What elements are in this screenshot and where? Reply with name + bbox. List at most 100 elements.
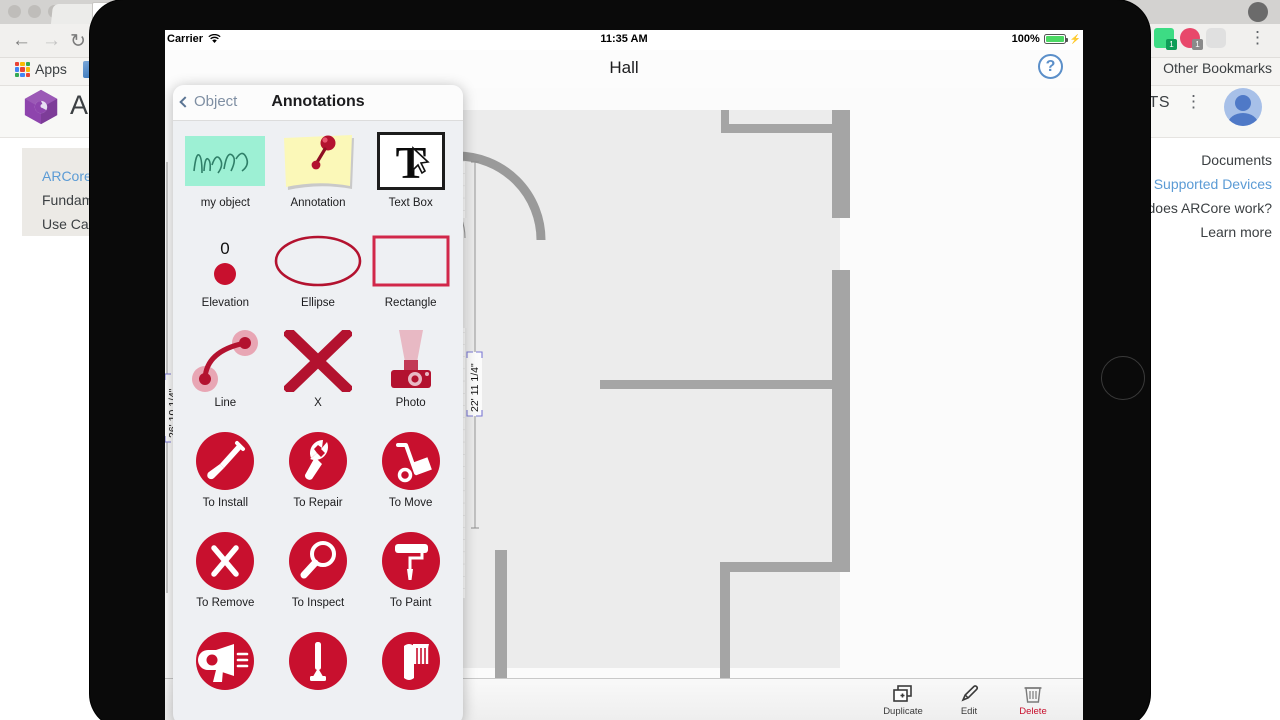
ipad-home-button[interactable] xyxy=(1101,356,1145,400)
annotation-item-to-remove[interactable]: To Remove xyxy=(179,525,272,625)
elevation-dot-icon: 0 xyxy=(195,225,255,297)
x-circle-icon xyxy=(196,525,255,597)
annotation-item-text-box[interactable]: T Text Box xyxy=(364,125,457,225)
annotation-item-to-paint[interactable]: To Paint xyxy=(364,525,457,625)
annotation-item-brush[interactable] xyxy=(364,625,457,720)
wrench-icon xyxy=(288,425,347,497)
annotation-label-elevation: Elevation xyxy=(201,297,249,309)
ghost-building xyxy=(430,110,850,678)
handwriting-sketch-icon xyxy=(184,125,266,197)
annotation-label-rectangle: Rectangle xyxy=(384,297,437,309)
annotation-label-to-install: To Install xyxy=(202,497,249,509)
annotation-item-annotation[interactable]: Annotation xyxy=(272,125,365,225)
site-menu-kebab-icon[interactable]: ⋮ xyxy=(1185,92,1202,112)
extension-badge-green: 1 xyxy=(1166,39,1177,50)
page-title: Hall xyxy=(609,58,639,77)
trash-icon xyxy=(997,683,1069,705)
hair-dryer-icon xyxy=(196,625,255,697)
annotations-popover[interactable]: Object Annotations my object Annotation … xyxy=(173,85,463,720)
annotation-item-my-object[interactable]: my object xyxy=(179,125,272,225)
extension-icon-red[interactable]: 1 xyxy=(1180,28,1203,50)
delete-label: Delete xyxy=(1019,706,1047,717)
extension-icon-green[interactable]: 1 xyxy=(1154,28,1177,50)
magnifier-icon xyxy=(288,525,347,597)
annotation-label-to-remove: To Remove xyxy=(196,597,255,609)
extension-badge-red: 1 xyxy=(1192,39,1203,50)
camera-flash-icon xyxy=(383,325,439,397)
annotation-label-to-inspect: To Inspect xyxy=(291,597,345,609)
right-link-3[interactable]: Learn more xyxy=(1200,224,1272,240)
user-avatar[interactable] xyxy=(1224,88,1262,126)
battery-percent-label: 100% xyxy=(1011,33,1040,45)
hand-truck-icon xyxy=(381,425,440,497)
annotation-label-annotation: Annotation xyxy=(290,197,346,209)
apps-bookmark-label[interactable]: Apps xyxy=(35,61,67,77)
sticky-note-pin-icon xyxy=(278,125,358,197)
help-button[interactable]: ? xyxy=(1038,54,1063,79)
brush-icon xyxy=(381,625,440,697)
svg-text:22' 11 1/4": 22' 11 1/4" xyxy=(469,363,481,412)
ios-status-bar: Carrier 11:35 AM 100% ⚡ xyxy=(165,30,1083,50)
annotation-label-photo: Photo xyxy=(395,397,426,409)
right-link-0[interactable]: Documents xyxy=(1201,152,1272,168)
apps-grid-icon[interactable] xyxy=(15,62,30,77)
extension-icon-gray[interactable] xyxy=(1206,28,1226,48)
edit-label: Edit xyxy=(960,706,978,717)
annotation-item-to-repair[interactable]: To Repair xyxy=(272,425,365,525)
annotation-item-ellipse[interactable]: Ellipse xyxy=(272,225,365,325)
popover-header: Object Annotations xyxy=(173,85,463,121)
edit-button[interactable]: Edit xyxy=(933,683,1005,717)
ellipse-icon xyxy=(273,225,363,297)
status-right: 100% ⚡ xyxy=(1012,33,1081,45)
arcore-logo-icon xyxy=(24,89,58,125)
annotation-label-to-paint: To Paint xyxy=(389,597,432,609)
app-nav-bar: Hall xyxy=(165,50,1083,88)
duplicate-icon xyxy=(867,683,939,705)
charging-bolt-icon: ⚡ xyxy=(1069,33,1081,44)
ipad-device-frame: Carrier 11:35 AM 100% ⚡ Hall ? 22' 11 1/… xyxy=(90,0,1150,720)
line-icon xyxy=(189,325,261,397)
browser-forward-button[interactable]: → xyxy=(42,30,61,52)
battery-icon xyxy=(1043,34,1068,44)
close-window-dot[interactable] xyxy=(8,5,21,18)
browser-profile-avatar-top[interactable] xyxy=(1248,2,1268,22)
annotation-label-ellipse: Ellipse xyxy=(301,297,335,309)
annotation-label-to-move: To Move xyxy=(388,497,433,509)
other-bookmarks-label[interactable]: Other Bookmarks xyxy=(1163,58,1272,79)
rectangle-icon xyxy=(372,225,450,297)
browser-reload-button[interactable]: ↻ xyxy=(70,30,86,53)
duplicate-button[interactable]: Duplicate xyxy=(867,683,939,717)
annotation-item-elevation[interactable]: 0 Elevation xyxy=(179,225,272,325)
trowel-icon xyxy=(288,625,347,697)
popover-title: Annotations xyxy=(271,93,365,110)
annotation-item-to-inspect[interactable]: To Inspect xyxy=(272,525,365,625)
annotation-item-trowel[interactable] xyxy=(272,625,365,720)
annotations-grid: my object Annotation T Text Box 0 Elevat… xyxy=(173,121,463,720)
annotation-item-line[interactable]: Line xyxy=(179,325,272,425)
annotation-item-x[interactable]: X xyxy=(272,325,365,425)
annotation-item-to-move[interactable]: To Move xyxy=(364,425,457,525)
annotation-label-my-object: my object xyxy=(200,197,250,209)
paint-roller-icon xyxy=(381,525,440,597)
annotation-label-line: Line xyxy=(214,397,237,409)
pencil-icon xyxy=(933,683,1005,705)
screwdriver-icon xyxy=(196,425,255,497)
minimize-window-dot[interactable] xyxy=(28,5,41,18)
status-time: 11:35 AM xyxy=(600,33,648,45)
screenshot-root: ← → ↻ 1 1 ⋮ Apps Other Bookmarks ⋮ ARCor… xyxy=(0,0,1280,720)
x-mark-icon xyxy=(283,325,352,397)
right-link-1[interactable]: Supported Devices xyxy=(1154,176,1272,192)
dim-right-outer: 22' 11 1/4" xyxy=(466,351,483,417)
annotation-label-to-repair: To Repair xyxy=(293,497,343,509)
svg-text:0: 0 xyxy=(221,239,230,258)
browser-extensions: 1 1 xyxy=(1154,28,1226,50)
annotation-label-text-box: Text Box xyxy=(388,197,433,209)
ipad-screen: Carrier 11:35 AM 100% ⚡ Hall ? 22' 11 1/… xyxy=(165,30,1083,720)
browser-back-button[interactable]: ← xyxy=(12,30,31,52)
annotation-item-rectangle[interactable]: Rectangle xyxy=(364,225,457,325)
annotation-item-photo[interactable]: Photo xyxy=(364,325,457,425)
delete-button[interactable]: Delete xyxy=(997,683,1069,717)
annotation-item-to-install[interactable]: To Install xyxy=(179,425,272,525)
browser-menu-kebab-icon[interactable]: ⋮ xyxy=(1249,28,1266,48)
annotation-item-hair-dryer[interactable] xyxy=(179,625,272,720)
